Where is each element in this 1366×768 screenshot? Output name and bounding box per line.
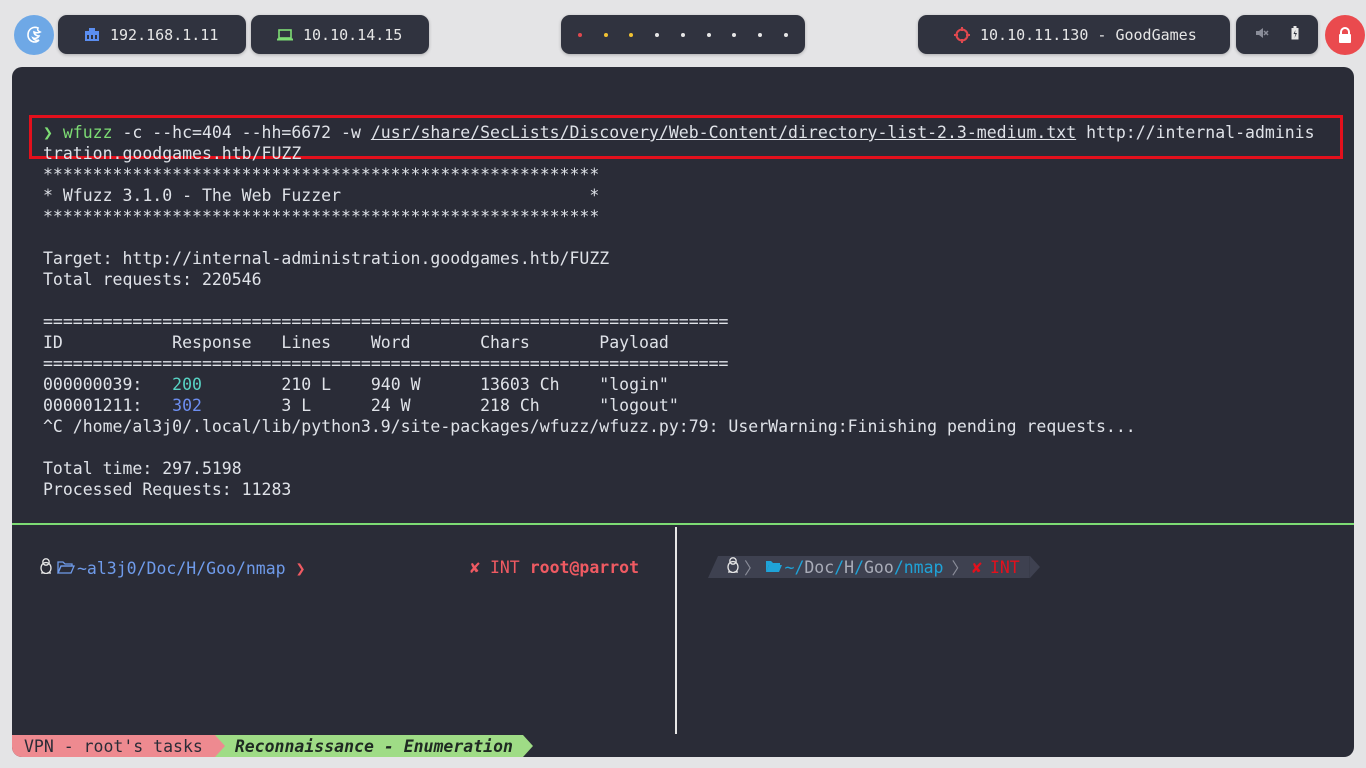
- prompt-right-status: ✘ INT root@parrot: [470, 558, 639, 577]
- terminal-pane-bottom-left[interactable]: ~al3j0/Doc/H/Goo/nmap ❯ ✘ INT root@parro…: [12, 527, 677, 734]
- path-sep: /: [794, 557, 805, 577]
- prompt-chevron: ❯: [295, 558, 306, 578]
- error-mark: ✘: [972, 557, 982, 577]
- path-home: ~: [784, 557, 795, 577]
- workspace-5[interactable]: [680, 32, 685, 37]
- tmux-status-bar: VPN - root's tasks Reconnaissance - Enum…: [12, 735, 1354, 757]
- volume-muted-icon[interactable]: [1255, 26, 1269, 44]
- local-ip-widget[interactable]: 192.168.1.11: [58, 15, 246, 54]
- system-tray[interactable]: [1236, 15, 1318, 54]
- workspace-1[interactable]: [577, 32, 582, 37]
- session-name: VPN - root's tasks: [12, 735, 215, 757]
- powerline-os-segment: 〉 ~ / Doc / H / Goo / nmap 〉 ✘ INT: [708, 556, 1030, 578]
- lock-icon: [1339, 27, 1351, 43]
- target-text: 10.10.11.130 - GoodGames: [980, 25, 1197, 44]
- chevron-right-icon: 〉: [744, 559, 761, 578]
- banner-stars-bottom: ****************************************…: [43, 207, 600, 226]
- command-name: wfuzz: [62, 123, 113, 142]
- workspace-4[interactable]: [655, 32, 660, 37]
- result-row-2-id: 000001211:: [43, 396, 173, 415]
- terminal-pane-bottom-right[interactable]: 〉 ~ / Doc / H / Goo / nmap 〉 ✘ INT: [679, 527, 1354, 734]
- error-mark: ✘: [470, 558, 480, 577]
- result-row-2-rest: 3 L 24 W 218 Ch "logout": [201, 396, 679, 415]
- powerline-end-arrow: [1029, 556, 1040, 578]
- vpn-ip-widget[interactable]: 10.10.14.15: [251, 15, 429, 54]
- banner-title: * Wfuzz 3.1.0 - The Web Fuzzer *: [43, 186, 600, 205]
- path-sep: /: [854, 557, 864, 577]
- lock-screen-button[interactable]: [1325, 15, 1365, 55]
- workspace-6[interactable]: [706, 32, 711, 37]
- command-url-part1: http://internal-adminis: [1076, 123, 1315, 142]
- workspace-2[interactable]: [603, 32, 608, 37]
- banner-stars-top: ****************************************…: [43, 165, 600, 184]
- exit-status: INT: [489, 558, 520, 577]
- warning-line: ^C /home/al3j0/.local/lib/python3.9/site…: [43, 417, 1136, 436]
- target-crosshair-icon: [954, 26, 970, 43]
- result-row-2-code: 302: [172, 396, 202, 415]
- total-requests-line: Total requests: 220546: [43, 270, 262, 289]
- linux-tux-icon: [726, 557, 740, 577]
- workspace-switcher[interactable]: [561, 15, 805, 54]
- processed-requests-line: Processed Requests: 11283: [43, 480, 292, 499]
- powerline-prompt: 〉 ~ / Doc / H / Goo / nmap 〉 ✘ INT: [708, 556, 1040, 578]
- network-icon: [84, 27, 100, 42]
- prompt-left: ~al3j0/Doc/H/Goo/nmap ❯: [39, 558, 306, 578]
- parrot-menu-button[interactable]: [14, 15, 54, 55]
- status-end-arrow: [522, 735, 533, 757]
- laptop-icon: [277, 28, 293, 41]
- chevron-right-icon: 〉: [951, 559, 969, 578]
- total-time-line: Total time: 297.5198: [43, 459, 242, 478]
- user-host: root@parrot: [529, 558, 640, 577]
- workspace-8[interactable]: [758, 32, 763, 37]
- path-goo: Goo: [864, 557, 894, 577]
- parrot-logo-icon: [27, 26, 42, 43]
- terminal-window[interactable]: ❯ wfuzz -c --hc=404 --hh=6672 -w /usr/sh…: [12, 67, 1354, 757]
- path-sep: /: [893, 557, 904, 577]
- terminal-output: ❯ wfuzz -c --hc=404 --hh=6672 -w /usr/sh…: [43, 122, 1315, 500]
- exit-status: INT: [989, 557, 1020, 577]
- command-url-part2: tration.goodgames.htb/FUZZ: [43, 144, 302, 163]
- vpn-ip-text: 10.10.14.15: [303, 25, 403, 44]
- window-name[interactable]: Reconnaissance - Enumeration: [224, 735, 523, 757]
- command-wordlist-path: /usr/share/SecLists/Discovery/Web-Conten…: [370, 123, 1077, 142]
- terminal-pane-top[interactable]: ❯ wfuzz -c --hc=404 --hh=6672 -w /usr/sh…: [12, 67, 1354, 525]
- workspace-3[interactable]: [629, 32, 634, 37]
- folder-open-icon: [765, 558, 783, 577]
- battery-icon[interactable]: [1291, 25, 1299, 44]
- target-line: Target: http://internal-administration.g…: [43, 249, 610, 268]
- path-nmap: nmap: [903, 557, 944, 577]
- cwd-path: ~al3j0/Doc/H/Goo/nmap: [77, 558, 286, 578]
- path-sep: /: [834, 557, 845, 577]
- status-separator: [214, 735, 225, 757]
- path-doc: Doc: [804, 557, 835, 577]
- local-ip-text: 192.168.1.11: [110, 25, 219, 44]
- result-row-1-rest: 210 L 940 W 13603 Ch "login": [201, 375, 669, 394]
- folder-open-icon: [57, 559, 75, 578]
- result-row-1-id: 000000039:: [43, 375, 173, 394]
- command-args: -c --hc=404 --hh=6672 -w: [112, 123, 371, 142]
- target-widget[interactable]: 10.10.11.130 - GoodGames: [918, 15, 1230, 54]
- workspace-9[interactable]: [784, 32, 788, 37]
- linux-tux-icon: [39, 558, 53, 578]
- prompt-arrow: ❯: [43, 123, 53, 142]
- result-row-1-code: 200: [172, 375, 202, 394]
- table-rule-top: ========================================…: [43, 312, 729, 331]
- table-header: ID Response Lines Word Chars Payload: [43, 333, 669, 352]
- table-rule-bottom: ========================================…: [43, 354, 729, 373]
- path-h: H: [844, 557, 855, 577]
- workspace-7[interactable]: [732, 32, 737, 37]
